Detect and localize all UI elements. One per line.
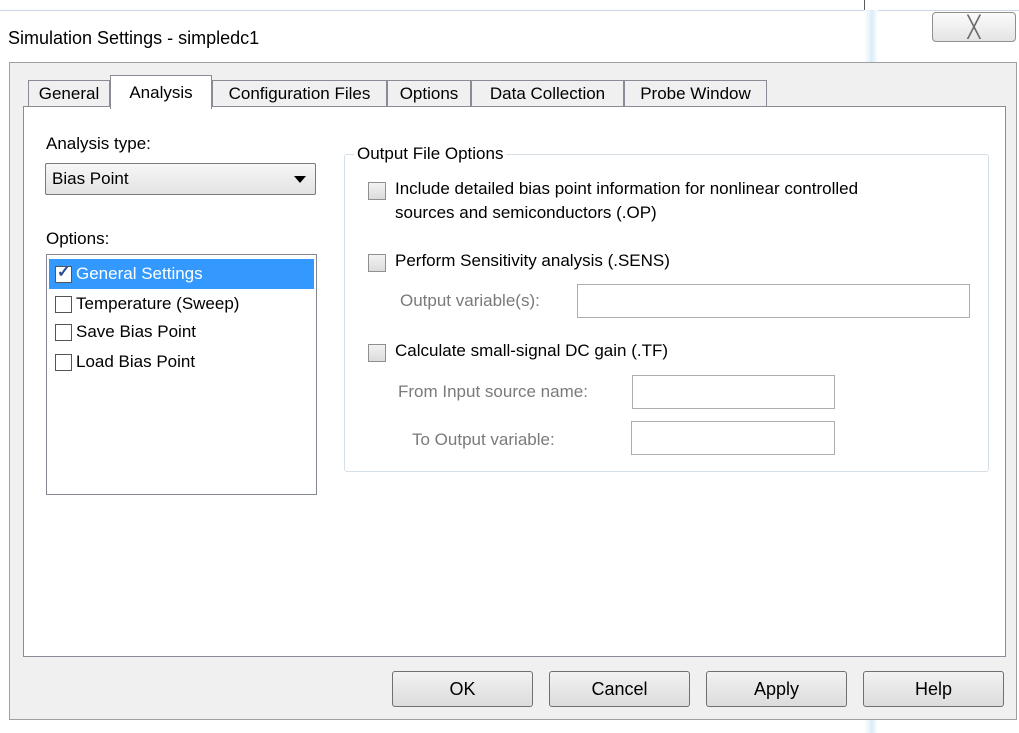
list-item-checkbox[interactable] [55,353,72,371]
tab-general[interactable]: General [28,80,110,107]
tf-checkbox[interactable] [368,344,386,362]
window-title: Simulation Settings - simpledc1 [8,28,260,48]
close-button[interactable]: ╳ [932,12,1016,42]
analysis-type-label: Analysis type: [46,134,151,153]
list-item-checkbox[interactable] [55,323,72,341]
chevron-down-icon [294,176,306,183]
options-listbox[interactable]: ✓ General Settings Temperature (Sweep) S… [46,254,317,495]
list-item-temperature-sweep[interactable]: Temperature (Sweep) [49,289,314,319]
checkmark-icon: ✓ [57,263,71,281]
group-title: Output File Options [354,144,507,164]
divider [864,0,865,10]
help-button[interactable]: Help [863,671,1004,707]
sens-label: Perform Sensitivity analysis (.SENS) [395,251,670,270]
output-variables-label: Output variable(s): [400,291,540,310]
list-item-checkbox[interactable]: ✓ [55,263,72,283]
op-checkbox[interactable] [368,182,386,200]
tab-data-collection[interactable]: Data Collection [471,80,624,107]
tab-probe-window[interactable]: Probe Window [624,80,767,107]
output-variables-input[interactable] [577,284,970,318]
list-item-label: Save Bias Point [76,322,197,341]
cancel-button[interactable]: Cancel [549,671,690,707]
options-label: Options: [46,229,110,248]
op-label-line2: sources and semiconductors (.OP) [395,203,657,222]
tab-options[interactable]: Options [387,80,471,107]
analysis-type-value: Bias Point [52,169,129,188]
list-item-save-bias-point[interactable]: Save Bias Point [49,317,314,347]
list-item-label: Temperature (Sweep) [76,294,240,313]
sens-checkbox[interactable] [368,254,386,272]
analysis-type-dropdown[interactable]: Bias Point [45,163,316,195]
close-icon: ╳ [967,15,981,39]
list-item-label: General Settings [76,264,203,283]
tab-configuration-files[interactable]: Configuration Files [212,80,387,107]
ok-button[interactable]: OK [392,671,533,707]
to-output-label: To Output variable: [412,430,555,449]
op-label-line1: Include detailed bias point information … [395,179,859,198]
to-output-field[interactable] [631,421,835,455]
from-input-label: From Input source name: [398,382,588,401]
tab-analysis[interactable]: Analysis [110,75,212,109]
tf-label: Calculate small-signal DC gain (.TF) [395,341,669,360]
list-item-label: Load Bias Point [76,352,196,371]
apply-button[interactable]: Apply [706,671,847,707]
from-input-field[interactable] [632,375,835,409]
list-item-general-settings[interactable]: ✓ General Settings [49,259,314,289]
list-item-load-bias-point[interactable]: Load Bias Point [49,347,314,377]
list-item-checkbox[interactable] [55,295,72,313]
